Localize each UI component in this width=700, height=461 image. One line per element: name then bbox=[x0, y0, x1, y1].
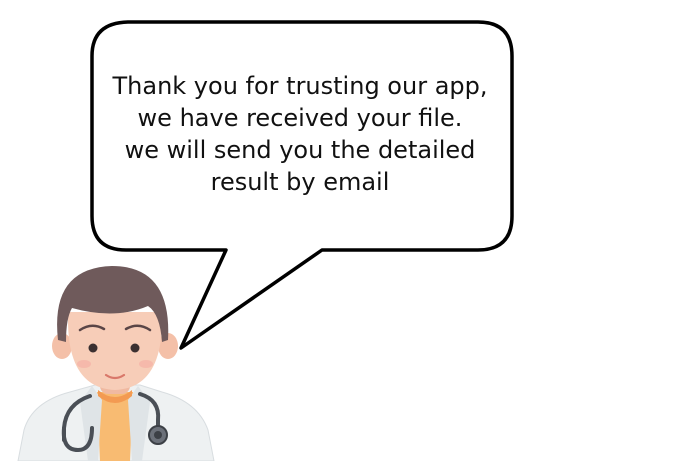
doctor-avatar bbox=[17, 266, 215, 461]
cheek-left bbox=[77, 360, 91, 368]
eye-left bbox=[88, 343, 98, 353]
eye-right bbox=[130, 343, 140, 353]
cheek-right bbox=[139, 360, 153, 368]
